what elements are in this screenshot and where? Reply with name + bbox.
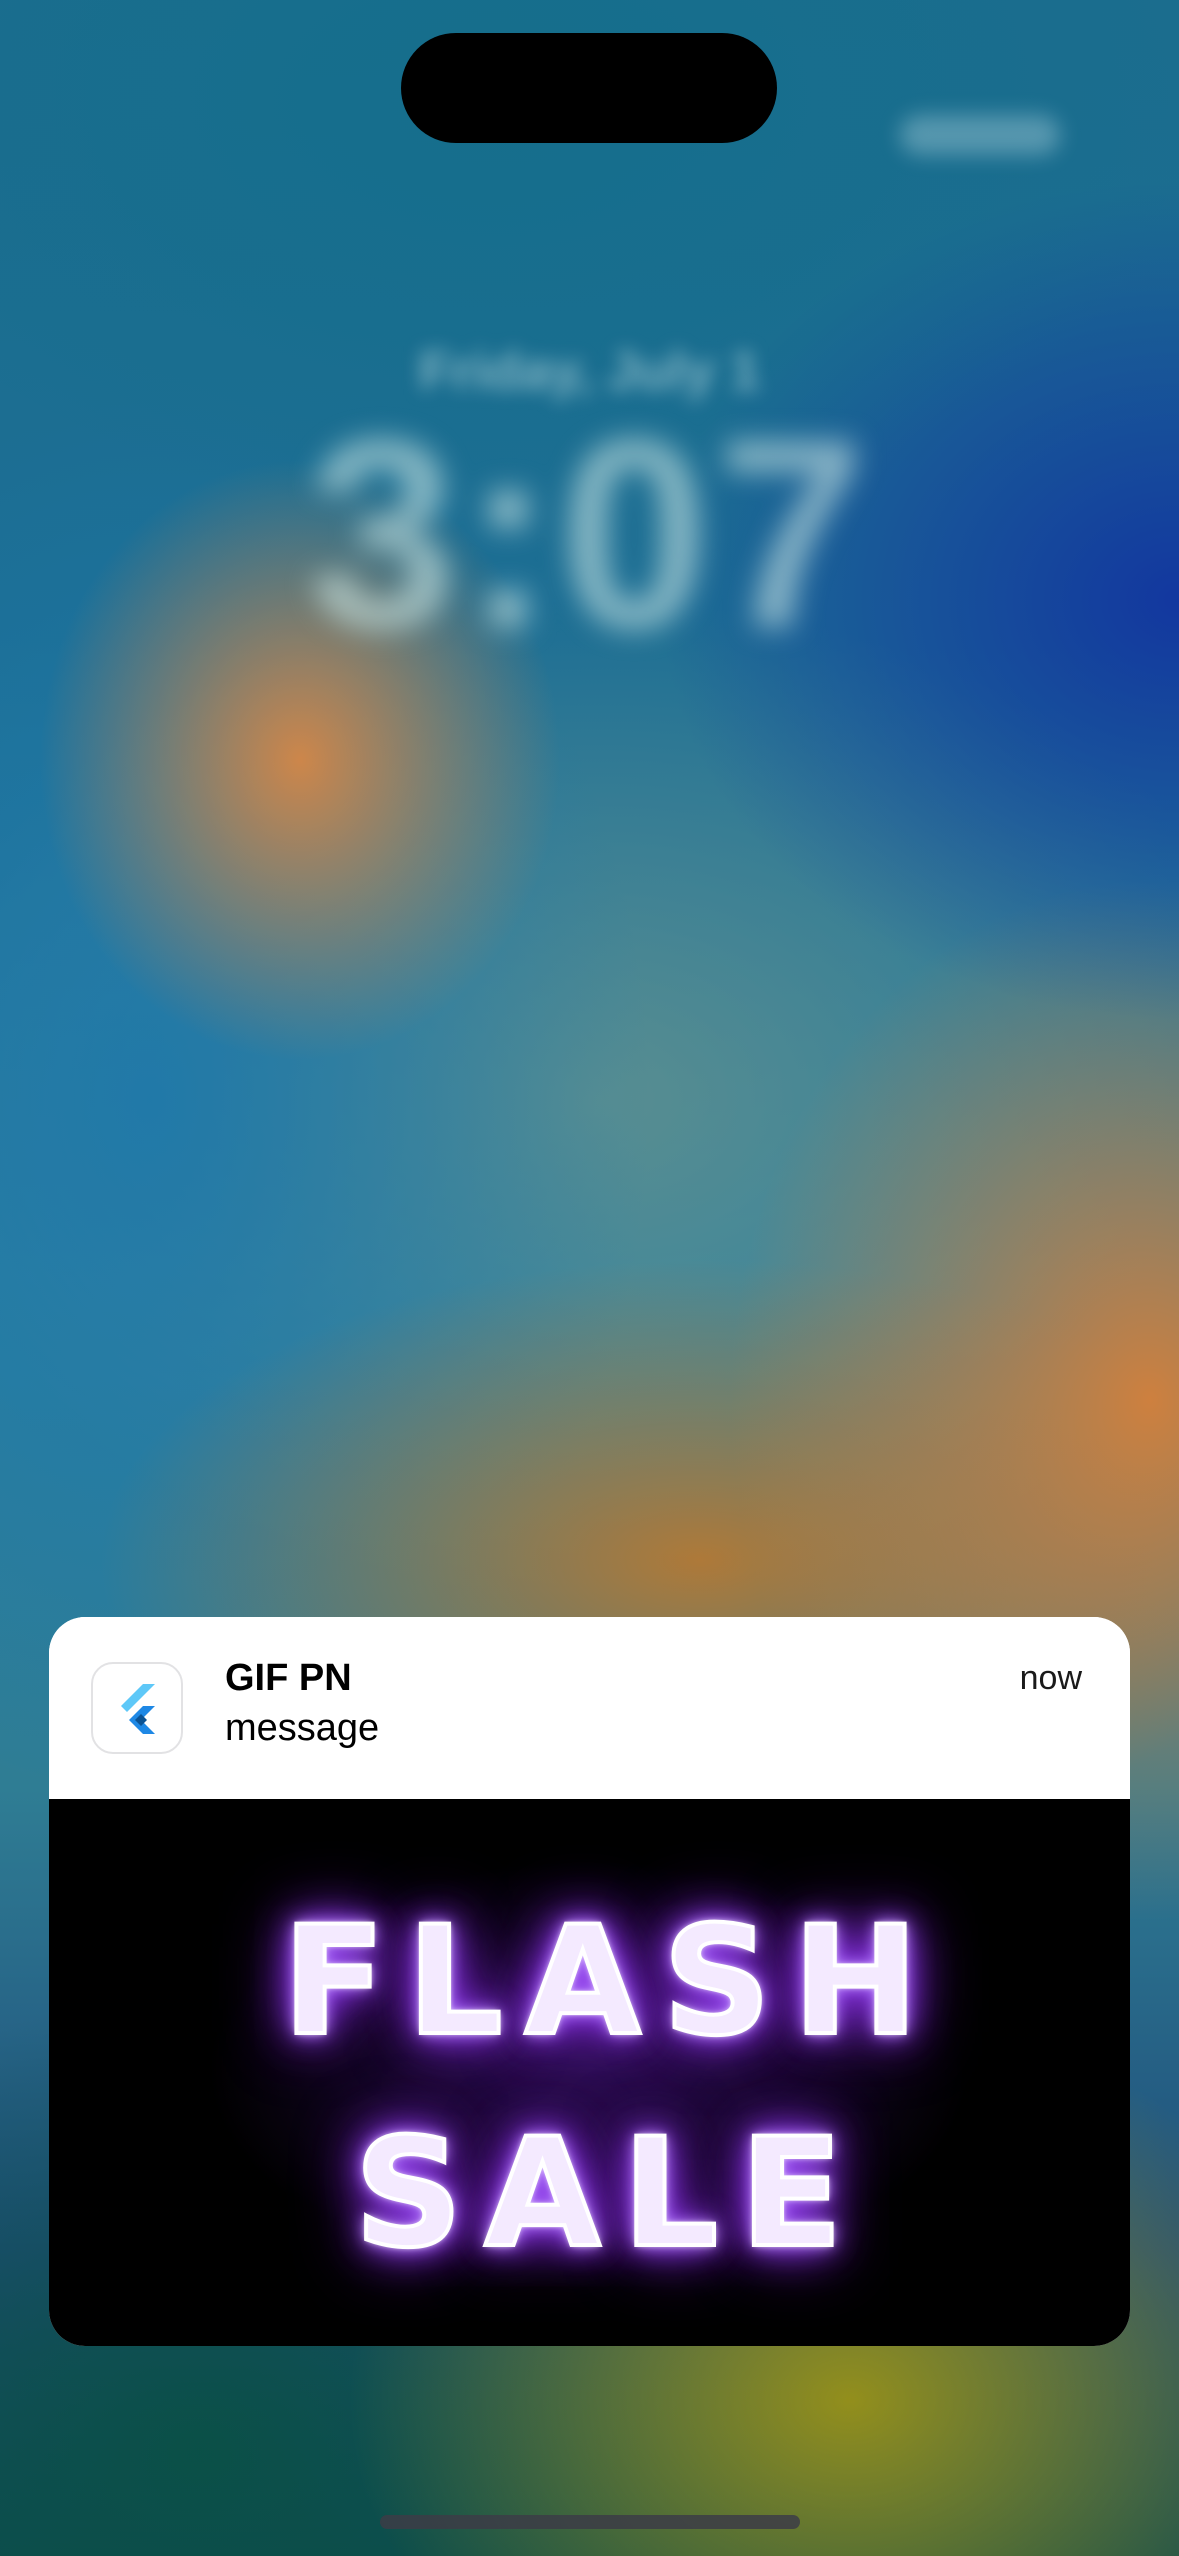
notification-app-name: GIF PN (225, 1657, 352, 1699)
notification-card[interactable]: GIF PN message now FLASH SALE (49, 1617, 1130, 2346)
notification-timestamp: now (1019, 1659, 1082, 1697)
dynamic-island (401, 33, 777, 143)
notification-message: message (225, 1707, 380, 1749)
neon-text-sale: SALE (352, 2107, 865, 2281)
notification-gif-image[interactable]: FLASH SALE (49, 1799, 1130, 2346)
lockscreen-time: 3:07 (307, 384, 872, 685)
flutter-logo-icon (91, 1662, 183, 1754)
neon-text-flash: FLASH (281, 1895, 941, 2069)
lock-screen: Friday, July 1 3:07 GIF PN message now F… (0, 0, 1179, 2556)
status-bar-icons (900, 115, 1060, 155)
home-indicator[interactable] (380, 2515, 800, 2529)
notification-header[interactable]: GIF PN message now (49, 1617, 1130, 1799)
